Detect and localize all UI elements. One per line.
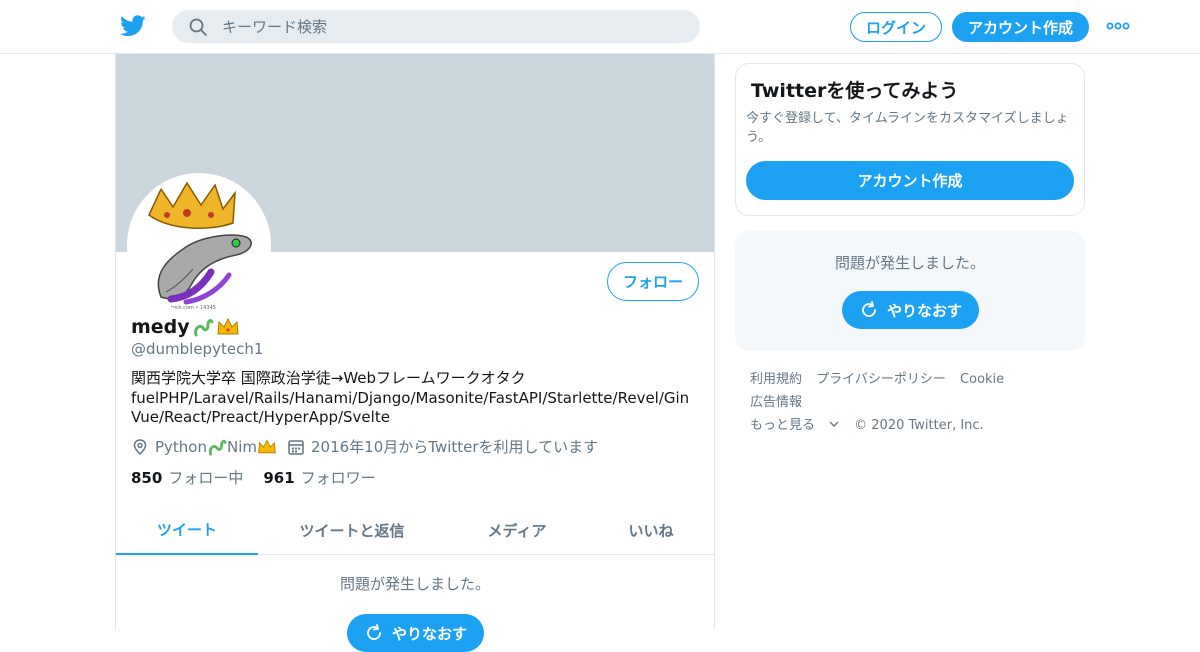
- footer-privacy-link[interactable]: プライバシーポリシー: [816, 372, 946, 387]
- location: Python Nim: [131, 437, 277, 457]
- search-icon: [189, 18, 207, 36]
- following-link[interactable]: 850 フォロー中: [131, 467, 243, 488]
- login-button[interactable]: ログイン: [850, 12, 942, 42]
- location-icon: [133, 438, 147, 455]
- timeline-retry-button[interactable]: やりなおす: [347, 614, 484, 652]
- signup-card-title: Twitterを使ってみよう: [751, 80, 959, 102]
- signup-card: Twitterを使ってみよう 今すぐ登録して、タイムラインをカスタマイズしましょ…: [735, 63, 1085, 216]
- search-input[interactable]: [222, 17, 662, 36]
- location-text-b: Nim: [227, 437, 257, 456]
- snake-emoji-icon: [193, 319, 214, 337]
- svg-text:tock.com • 14345: tock.com • 14345: [171, 305, 216, 311]
- followers-link[interactable]: 961 フォロワー: [263, 467, 375, 488]
- profile-handle: @dumblepytech1: [131, 340, 264, 358]
- location-text-a: Python: [155, 437, 207, 456]
- signup-card-description: 今すぐ登録して、タイムラインをカスタマイズしましょう。: [746, 111, 1069, 145]
- following-count: 850: [131, 469, 163, 487]
- profile-stats: 850 フォロー中 961 フォロワー: [131, 467, 376, 488]
- profile-column: tock.com • 14345 フォロー medy @dumblepytech…: [115, 54, 715, 652]
- footer-links: 利用規約 プライバシーポリシー Cookie 広告情報 もっと見る © 2020…: [750, 368, 1080, 437]
- chevron-down-icon: [829, 421, 839, 427]
- footer-ads-link[interactable]: 広告情報: [750, 395, 802, 410]
- tab-tweets-and-replies[interactable]: ツイートと返信: [258, 506, 446, 555]
- trends-error-text: 問題が発生しました。: [834, 254, 985, 272]
- bio-line: 関西学院大学卒 国際政治学徒→Webフレームワークオタク: [131, 369, 526, 387]
- top-navigation-bar: ログイン アカウント作成: [0, 0, 1200, 54]
- refresh-icon: [367, 624, 381, 640]
- profile-meta: Python Nim 2016年10月からTwitterを利用しています: [131, 436, 598, 457]
- trends-retry-button[interactable]: やりなおす: [842, 291, 979, 329]
- followers-count: 961: [263, 469, 295, 487]
- profile-name-text: medy: [131, 316, 190, 338]
- tab-likes[interactable]: いいね: [588, 506, 714, 555]
- snake-emoji-icon: [208, 439, 227, 456]
- profile-tabs: ツイート ツイートと返信 メディア いいね: [116, 506, 714, 555]
- trends-retry-label: やりなおす: [886, 301, 962, 320]
- followers-label: フォロワー: [300, 469, 376, 487]
- avatar-image: tock.com • 14345: [131, 177, 267, 313]
- tab-media[interactable]: メディア: [446, 506, 588, 555]
- trends-card: 問題が発生しました。 やりなおす: [735, 231, 1085, 351]
- tab-tweets[interactable]: ツイート: [116, 506, 258, 555]
- signup-card-button[interactable]: アカウント作成: [746, 161, 1074, 200]
- profile-name: medy: [131, 316, 240, 338]
- calendar-icon: [288, 439, 304, 455]
- bio-line: fuelPHP/Laravel/Rails/Hanami/Django/Maso…: [131, 388, 690, 407]
- join-date-text: 2016年10月からTwitterを利用しています: [311, 438, 599, 456]
- footer-more-label: もっと見る: [750, 418, 816, 433]
- avatar[interactable]: tock.com • 14345: [127, 173, 271, 317]
- footer-copyright: © 2020 Twitter, Inc.: [854, 418, 984, 433]
- crown-emoji-icon: [217, 317, 239, 335]
- timeline-error-text: 問題が発生しました。: [339, 575, 490, 593]
- follow-button[interactable]: フォロー: [607, 262, 699, 301]
- refresh-icon: [862, 301, 876, 317]
- join-date: 2016年10月からTwitterを利用しています: [287, 436, 598, 457]
- footer-terms-link[interactable]: 利用規約: [750, 372, 802, 387]
- signup-button[interactable]: アカウント作成: [952, 12, 1089, 42]
- timeline-retry-label: やりなおす: [391, 624, 467, 643]
- more-dots-icon[interactable]: [1106, 16, 1130, 36]
- crown-emoji-icon: [258, 438, 276, 453]
- bio-line: Vue/React/Preact/HyperApp/Svelte: [131, 408, 390, 426]
- profile-bio: 関西学院大学卒 国際政治学徒→Webフレームワークオタク fuelPHP/Lar…: [131, 369, 701, 428]
- twitter-logo-icon[interactable]: [120, 14, 146, 38]
- following-label: フォロー中: [168, 469, 244, 487]
- search-bar[interactable]: [172, 10, 700, 43]
- footer-cookie-link[interactable]: Cookie: [960, 372, 1004, 387]
- footer-more-link[interactable]: もっと見る: [750, 418, 840, 433]
